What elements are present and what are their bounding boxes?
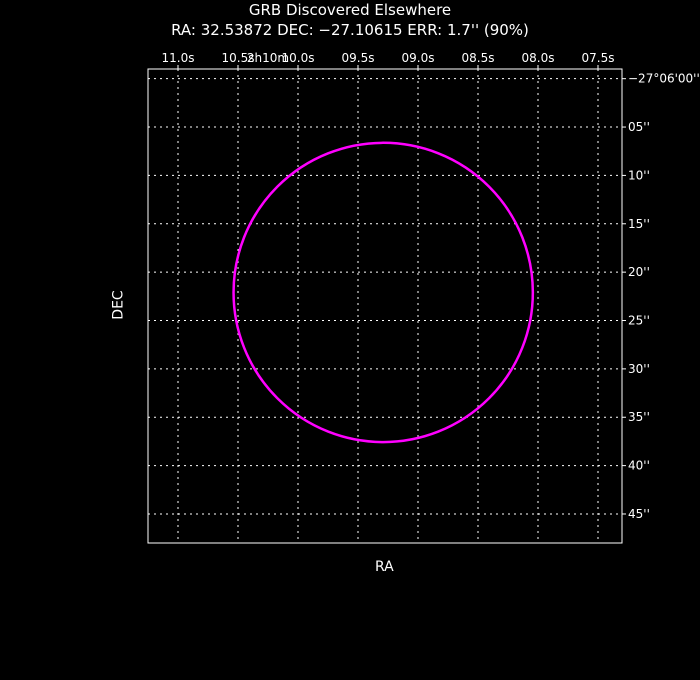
y-tick-label: 25'' (628, 314, 650, 328)
y-tick-label: −27°06'00'' (628, 72, 700, 86)
error-circle (232, 141, 535, 444)
y-tick-label: 10'' (628, 168, 650, 182)
sky-chart: 11.0s 10.5s 10.0s 09.5s 09.0s 08.5s 08.0s 07.5s… (147, 51, 700, 544)
x-tick-label: 11.0s (162, 51, 195, 65)
y-tick-label: 15'' (628, 217, 650, 231)
x-tick-label: 09.0s (402, 51, 435, 65)
x-major-label: 2h10m (247, 51, 289, 65)
x-tick-label: 08.5s (462, 51, 495, 65)
y-tick-label: 30'' (628, 362, 650, 376)
y-axis-label: DEC (110, 290, 127, 320)
x-tick-label: 09.5s (342, 51, 375, 65)
y-tick-label: 20'' (628, 265, 650, 279)
x-axis-label: RA (375, 559, 394, 575)
y-tick-label: 05'' (628, 120, 650, 134)
plot-frame (147, 68, 623, 544)
x-tick-label: 07.5s (582, 51, 615, 65)
y-tick-label: 35'' (628, 410, 650, 424)
x-tick-label: 08.0s (522, 51, 555, 65)
y-tick-label: 45'' (628, 507, 650, 521)
y-tick-label: 40'' (628, 459, 650, 473)
